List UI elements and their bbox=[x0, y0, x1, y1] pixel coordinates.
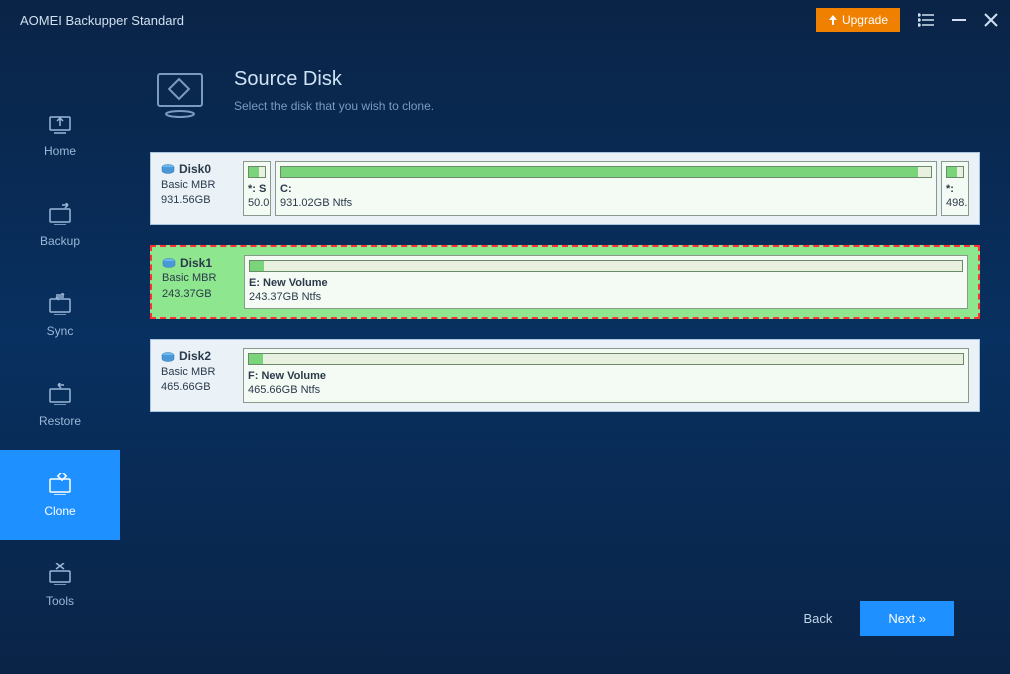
disk-type: Basic MBR bbox=[161, 365, 233, 380]
sidebar-item-label: Tools bbox=[46, 594, 74, 608]
disk-name: Disk1 bbox=[162, 255, 234, 272]
sidebar-item-sync[interactable]: Sync bbox=[0, 270, 120, 360]
partition-size: 498. bbox=[946, 196, 964, 210]
close-icon[interactable] bbox=[984, 13, 998, 27]
partition[interactable]: F: New Volume465.66GB Ntfs bbox=[243, 348, 969, 403]
sync-icon bbox=[46, 293, 74, 315]
disk-name: Disk0 bbox=[161, 161, 233, 178]
sidebar-item-home[interactable]: Home bbox=[0, 90, 120, 180]
source-disk-icon bbox=[150, 68, 210, 122]
menu-icon[interactable] bbox=[918, 13, 934, 27]
clone-icon bbox=[46, 473, 74, 495]
partition-label: E: New Volume bbox=[249, 276, 963, 290]
disk-row[interactable]: Disk1Basic MBR243.37GBE: New Volume243.3… bbox=[150, 245, 980, 320]
disk-info: Disk1Basic MBR243.37GB bbox=[162, 255, 234, 310]
home-icon bbox=[46, 113, 74, 135]
partition[interactable]: E: New Volume243.37GB Ntfs bbox=[244, 255, 968, 310]
sidebar-item-restore[interactable]: Restore bbox=[0, 360, 120, 450]
sidebar-item-clone[interactable]: Clone bbox=[0, 450, 120, 540]
sidebar: Home Backup Sync Restore Clone Tools bbox=[0, 40, 120, 674]
disk-size: 243.37GB bbox=[162, 287, 234, 302]
disk-type: Basic MBR bbox=[161, 178, 233, 193]
sidebar-item-label: Restore bbox=[39, 414, 81, 428]
sidebar-item-tools[interactable]: Tools bbox=[0, 540, 120, 630]
partition[interactable]: C:931.02GB Ntfs bbox=[275, 161, 937, 216]
sidebar-item-label: Home bbox=[44, 144, 76, 158]
back-button[interactable]: Back bbox=[804, 611, 833, 626]
partition-size: 931.02GB Ntfs bbox=[280, 196, 932, 210]
partition-label: C: bbox=[280, 182, 932, 196]
backup-icon bbox=[46, 203, 74, 225]
restore-icon bbox=[46, 383, 74, 405]
partition-size: 243.37GB Ntfs bbox=[249, 290, 963, 304]
next-label: Next » bbox=[888, 611, 926, 626]
app-title: AOMEI Backupper Standard bbox=[12, 13, 816, 28]
disk-size: 465.66GB bbox=[161, 380, 233, 395]
disk-row[interactable]: Disk0Basic MBR931.56GB*: S50.0C:931.02GB… bbox=[150, 152, 980, 225]
disk-type: Basic MBR bbox=[162, 271, 234, 286]
sidebar-item-label: Clone bbox=[44, 504, 75, 518]
sidebar-item-backup[interactable]: Backup bbox=[0, 180, 120, 270]
next-button[interactable]: Next » bbox=[860, 601, 954, 636]
sidebar-item-label: Sync bbox=[47, 324, 74, 338]
page-subtitle: Select the disk that you wish to clone. bbox=[234, 99, 434, 113]
partition[interactable]: *: S50.0 bbox=[243, 161, 271, 216]
upgrade-button[interactable]: Upgrade bbox=[816, 8, 900, 32]
partition[interactable]: *:498. bbox=[941, 161, 969, 216]
partition-label: F: New Volume bbox=[248, 369, 964, 383]
disk-row[interactable]: Disk2Basic MBR465.66GBF: New Volume465.6… bbox=[150, 339, 980, 412]
minimize-icon[interactable] bbox=[952, 13, 966, 27]
page-title: Source Disk bbox=[234, 68, 434, 91]
tools-icon bbox=[46, 563, 74, 585]
disk-partitions: F: New Volume465.66GB Ntfs bbox=[243, 348, 969, 403]
sidebar-item-label: Backup bbox=[40, 234, 80, 248]
upgrade-icon bbox=[828, 15, 838, 25]
page-header: Source Disk Select the disk that you wis… bbox=[150, 68, 980, 122]
partition-label: *: S bbox=[248, 182, 266, 196]
disk-info: Disk2Basic MBR465.66GB bbox=[161, 348, 233, 403]
disk-info: Disk0Basic MBR931.56GB bbox=[161, 161, 233, 216]
titlebar: AOMEI Backupper Standard Upgrade bbox=[0, 0, 1010, 40]
partition-size: 465.66GB Ntfs bbox=[248, 383, 964, 397]
disk-name: Disk2 bbox=[161, 348, 233, 365]
disk-partitions: E: New Volume243.37GB Ntfs bbox=[244, 255, 968, 310]
disk-list: Disk0Basic MBR931.56GB*: S50.0C:931.02GB… bbox=[150, 152, 980, 412]
disk-partitions: *: S50.0C:931.02GB Ntfs*:498. bbox=[243, 161, 969, 216]
disk-size: 931.56GB bbox=[161, 193, 233, 208]
upgrade-label: Upgrade bbox=[842, 13, 888, 27]
partition-label: *: bbox=[946, 182, 964, 196]
partition-size: 50.0 bbox=[248, 196, 266, 210]
